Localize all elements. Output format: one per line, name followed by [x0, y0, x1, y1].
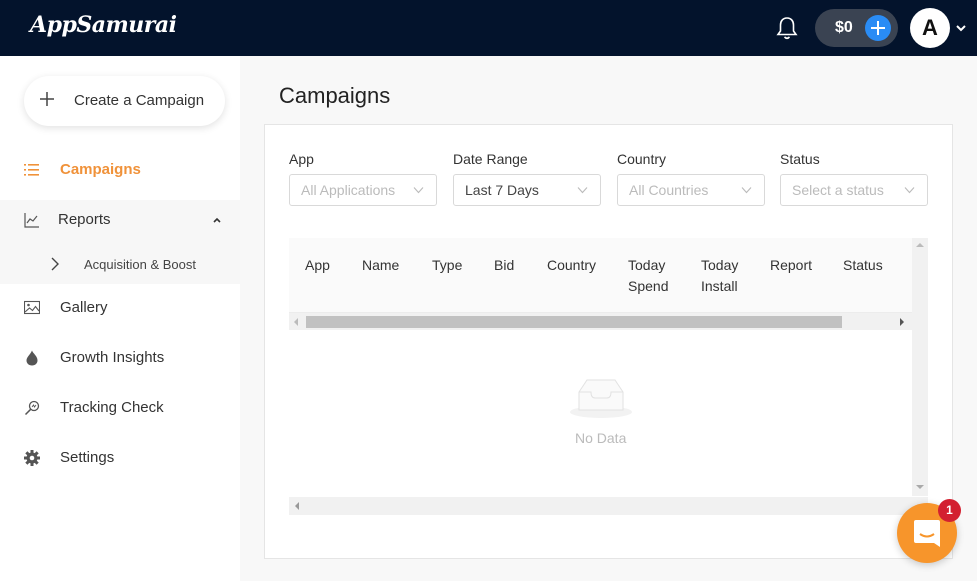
- empty-state-text: No Data: [575, 430, 627, 446]
- scroll-up-arrow-icon[interactable]: [916, 243, 924, 247]
- sidebar-item-gallery[interactable]: Gallery: [0, 288, 240, 328]
- sidebar-item-label: Growth Insights: [60, 349, 165, 366]
- add-funds-button[interactable]: [865, 15, 891, 41]
- table-header: App Name Type Bid Country Today Spend To…: [289, 238, 912, 313]
- column-header-today-spend[interactable]: Today Spend: [628, 255, 668, 297]
- plus-icon: [871, 21, 885, 35]
- create-campaign-label: Create a Campaign: [74, 92, 205, 109]
- date-range-filter: Date Range Last 7 Days: [453, 151, 601, 206]
- body-horizontal-scrollbar[interactable]: [289, 497, 928, 515]
- top-bar: AppSamurai $0 A: [0, 0, 977, 56]
- column-header-name[interactable]: Name: [362, 255, 399, 276]
- scrollbar-thumb[interactable]: [306, 316, 842, 328]
- header-line: Today: [628, 257, 666, 273]
- column-header-type[interactable]: Type: [432, 255, 462, 276]
- status-filter: Status Select a status: [780, 151, 928, 206]
- campaigns-table: App Name Type Bid Country Today Spend To…: [289, 238, 928, 515]
- column-header-report[interactable]: Report: [770, 255, 812, 276]
- header-line: Install: [701, 278, 738, 294]
- list-icon: [24, 164, 39, 176]
- column-header-app[interactable]: App: [305, 255, 330, 276]
- header-line: Spend: [628, 278, 669, 294]
- column-header-status[interactable]: Status: [843, 255, 883, 276]
- flame-icon: [26, 350, 38, 366]
- header-horizontal-scrollbar[interactable]: [289, 313, 912, 330]
- chevron-down-icon: [741, 187, 752, 194]
- app-filter: App All Applications: [289, 151, 437, 206]
- sidebar-item-settings[interactable]: Settings: [0, 438, 240, 478]
- balance-amount: $0: [835, 19, 853, 36]
- chat-bubble-icon: [914, 520, 940, 547]
- brand-logo[interactable]: AppSamurai: [30, 12, 177, 38]
- unread-badge: 1: [938, 499, 961, 522]
- sidebar-item-label: Settings: [60, 449, 115, 466]
- select-value: Last 7 Days: [465, 182, 539, 198]
- image-icon: [24, 300, 40, 315]
- select-value: All Applications: [301, 182, 396, 198]
- reports-section: Reports Acquisition & Boost: [0, 200, 240, 284]
- filter-label: Country: [617, 151, 667, 167]
- sidebar-item-label: Campaigns: [60, 161, 141, 178]
- wallet-balance[interactable]: $0: [815, 9, 898, 47]
- sidebar-item-label: Tracking Check: [60, 399, 164, 416]
- chevron-down-icon[interactable]: [955, 22, 967, 34]
- create-campaign-button[interactable]: Create a Campaign: [24, 76, 225, 126]
- empty-inbox-icon: [570, 379, 632, 418]
- page-title: Campaigns: [279, 83, 391, 108]
- campaigns-card: App All Applications Date Range Last 7 D…: [264, 124, 953, 559]
- sidebar-subitem-label: Acquisition & Boost: [84, 257, 197, 272]
- filter-label: Status: [780, 151, 820, 167]
- date-range-select[interactable]: Last 7 Days: [453, 174, 601, 206]
- select-value: Select a status: [792, 182, 884, 198]
- app-select[interactable]: All Applications: [289, 174, 437, 206]
- sidebar-item-campaigns[interactable]: Campaigns: [0, 150, 240, 190]
- sidebar-item-reports[interactable]: Reports: [0, 200, 240, 240]
- country-filter: Country All Countries: [617, 151, 765, 206]
- chevron-down-icon: [904, 187, 915, 194]
- chevron-down-icon: [577, 187, 588, 194]
- sidebar-subitem-acquisition-boost[interactable]: Acquisition & Boost: [0, 244, 240, 284]
- select-value: All Countries: [629, 182, 709, 198]
- chevron-down-icon: [413, 187, 424, 194]
- chevron-up-icon: [213, 217, 221, 223]
- chevron-right-icon: [51, 257, 59, 271]
- sidebar-item-label: Gallery: [60, 299, 108, 316]
- scroll-left-arrow-icon[interactable]: [295, 502, 299, 510]
- status-select[interactable]: Select a status: [780, 174, 928, 206]
- sidebar-item-tracking-check[interactable]: Tracking Check: [0, 388, 240, 428]
- avatar[interactable]: A: [910, 8, 950, 48]
- bell-icon[interactable]: [776, 16, 798, 40]
- header-line: Today: [701, 257, 739, 273]
- filter-label: Date Range: [453, 151, 528, 167]
- magnifier-icon: [24, 400, 40, 416]
- sidebar-item-growth-insights[interactable]: Growth Insights: [0, 338, 240, 378]
- scroll-down-arrow-icon[interactable]: [916, 485, 924, 489]
- gear-icon: [24, 450, 40, 466]
- filter-label: App: [289, 151, 314, 167]
- scroll-right-arrow-icon[interactable]: [900, 318, 904, 326]
- sidebar: Create a Campaign Campaigns Reports Acqu…: [0, 56, 240, 581]
- column-header-today-install[interactable]: Today Install: [701, 255, 738, 297]
- plus-icon: [40, 92, 54, 106]
- sidebar-item-label: Reports: [58, 211, 111, 228]
- chart-line-icon: [24, 213, 39, 228]
- scroll-left-arrow-icon[interactable]: [294, 318, 298, 326]
- country-select[interactable]: All Countries: [617, 174, 765, 206]
- column-header-country[interactable]: Country: [547, 255, 596, 276]
- column-header-bid[interactable]: Bid: [494, 255, 514, 276]
- vertical-scrollbar[interactable]: [912, 238, 928, 496]
